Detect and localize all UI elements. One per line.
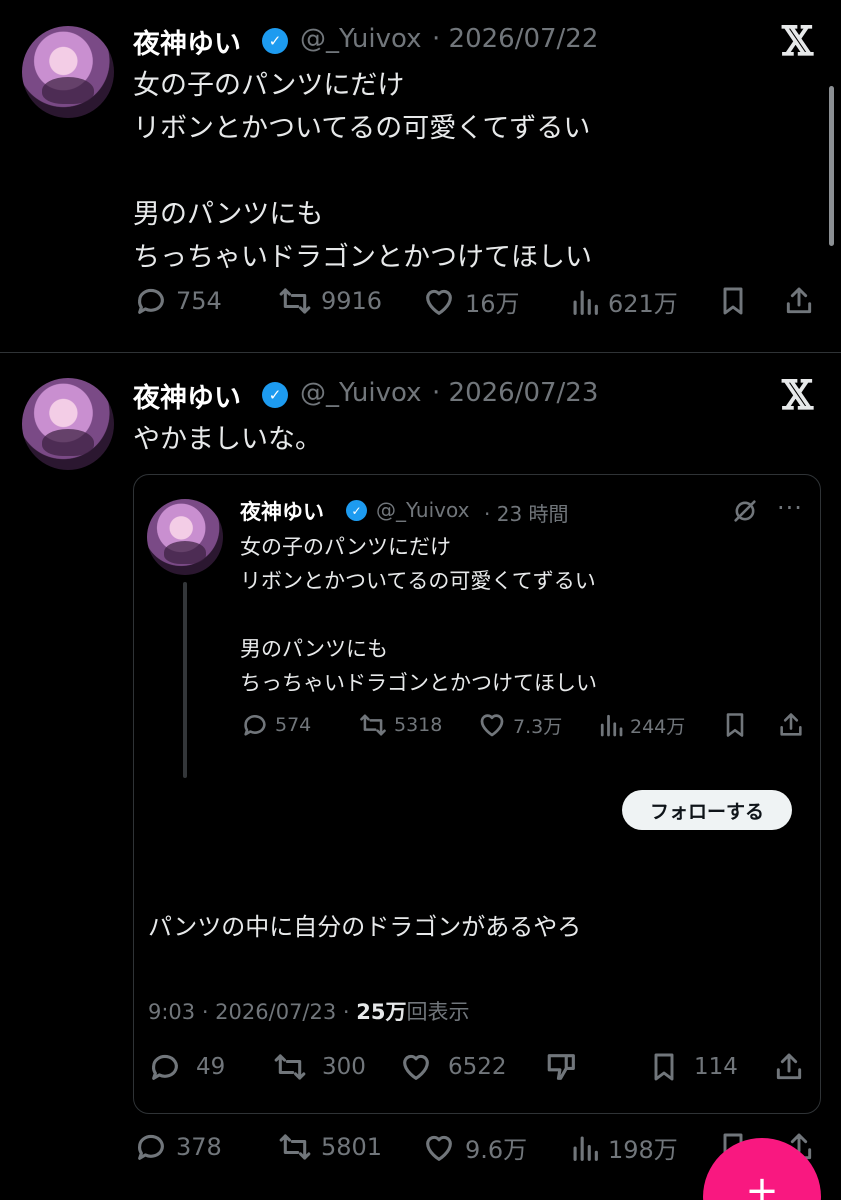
retweet-icon [279, 1134, 311, 1160]
x-logo-icon: 𝕏 [782, 18, 814, 65]
follow-button[interactable]: フォローする [622, 790, 792, 830]
verified-badge-icon: ✓ [346, 500, 367, 521]
tweet-text: やかましいな。 [133, 424, 322, 455]
reply-count: 574 [275, 714, 312, 736]
share-icon [780, 713, 802, 736]
views-count: 621万 [608, 290, 678, 318]
bookmark-button[interactable] [717, 284, 749, 318]
display-name[interactable]: 夜神ゆい [133, 22, 241, 61]
like-icon [480, 714, 504, 737]
like-button[interactable]: 9.6万 [421, 1130, 527, 1165]
scrollbar[interactable] [829, 86, 834, 246]
like-icon [403, 1054, 429, 1080]
dislike-button[interactable] [545, 1050, 579, 1084]
like-count: 7.3万 [513, 715, 563, 738]
retweet-button[interactable]: 5801 [277, 1130, 382, 1164]
retweet-icon [274, 1054, 306, 1080]
retweet-icon [279, 288, 311, 314]
reply-icon [138, 288, 164, 314]
like-count: 6522 [448, 1054, 507, 1080]
tweet-text: 女の子のパンツにだけ リボンとかついてるの可愛くてずるい 男のパンツにも ちっち… [133, 70, 592, 273]
reply-button[interactable]: 378 [134, 1130, 222, 1164]
reply-button[interactable]: 754 [134, 284, 222, 318]
bookmark-icon [654, 1053, 674, 1081]
dislike-icon [547, 1054, 575, 1080]
like-count: 16万 [465, 290, 520, 318]
views-count: 244万 [630, 715, 686, 738]
views-button[interactable]: 244万 [598, 710, 685, 740]
verified-badge-icon: ✓ [262, 28, 288, 54]
tweet-1: 夜神ゆい ✓ @_Yuivox · 2026/07/22 𝕏 女の子のパンツにだ… [0, 0, 841, 350]
quoted-display-name[interactable]: 夜神ゆい [240, 496, 324, 526]
avatar[interactable] [22, 378, 114, 470]
retweet-button[interactable]: 5318 [358, 710, 442, 740]
reply-text: パンツの中に自分のドラゴンがあるやろ [148, 913, 582, 941]
reply-icon [244, 715, 266, 736]
avatar[interactable] [22, 26, 114, 118]
like-count: 9.6万 [465, 1136, 528, 1164]
reply-meta: 9:03 · 2026/07/23 · 25万回表示 [148, 996, 469, 1026]
post-date[interactable]: · 2026/07/23 [432, 378, 598, 408]
reply-button[interactable]: 49 [148, 1050, 225, 1084]
views-icon [600, 714, 623, 737]
verified-badge-icon: ✓ [262, 382, 288, 408]
more-icon[interactable]: ··· [777, 494, 803, 522]
like-button[interactable]: 7.3万 [477, 710, 562, 740]
reply-count: 378 [176, 1133, 222, 1161]
retweet-count: 9916 [321, 287, 383, 315]
share-icon [786, 287, 812, 314]
retweet-button[interactable]: 9916 [277, 284, 382, 318]
retweet-count: 5801 [321, 1133, 383, 1161]
quoted-post-time[interactable]: · 23 時間 [484, 498, 569, 527]
quoted-avatar[interactable] [147, 499, 223, 575]
reply-timestamp[interactable]: 9:03 · 2026/07/23 · [148, 1000, 356, 1024]
user-handle[interactable]: @_Yuivox [300, 378, 421, 408]
bookmark-icon [726, 713, 744, 737]
retweet-count: 300 [322, 1054, 366, 1080]
retweet-icon [360, 714, 386, 736]
reply-icon [152, 1054, 178, 1080]
reply-count: 754 [176, 287, 222, 315]
views-icon [573, 290, 598, 315]
retweet-button[interactable]: 300 [272, 1050, 366, 1084]
post-date[interactable]: · 2026/07/22 [432, 24, 598, 54]
bookmark-icon [723, 287, 743, 315]
retweet-count: 5318 [394, 714, 443, 736]
user-handle[interactable]: @_Yuivox [300, 24, 421, 54]
share-button[interactable] [783, 284, 815, 318]
bookmark-count: 114 [694, 1054, 738, 1080]
views-button[interactable]: 198万 [570, 1130, 678, 1165]
like-button[interactable]: 6522 [398, 1050, 507, 1084]
quoted-tweet-text: 女の子のパンツにだけ リボンとかついてるの可愛くてずるい 男のパンツにも ちっち… [240, 535, 597, 695]
views-button[interactable]: 621万 [570, 284, 678, 319]
like-button[interactable]: 16万 [421, 284, 520, 319]
views-count: 198万 [608, 1136, 678, 1164]
grok-icon[interactable] [731, 497, 759, 525]
share-button[interactable] [773, 1050, 805, 1084]
reply-view-count: 25万 [356, 1000, 407, 1024]
reply-view-suffix: 回表示 [406, 1000, 470, 1024]
bookmark-button[interactable]: 114 [648, 1050, 738, 1084]
reply-icon [138, 1134, 164, 1160]
quoted-user-handle[interactable]: @_Yuivox [376, 498, 469, 522]
share-button[interactable] [777, 710, 805, 740]
x-logo-icon: 𝕏 [782, 372, 814, 419]
like-icon [426, 1135, 452, 1161]
like-icon [426, 289, 452, 315]
bookmark-button[interactable] [721, 710, 749, 740]
reply-button[interactable]: 574 [241, 710, 311, 740]
share-icon [776, 1053, 802, 1080]
divider [0, 352, 841, 353]
views-icon [573, 1136, 598, 1161]
compose-icon: + [745, 1168, 779, 1200]
display-name[interactable]: 夜神ゆい [133, 376, 241, 415]
reply-count: 49 [196, 1054, 226, 1080]
